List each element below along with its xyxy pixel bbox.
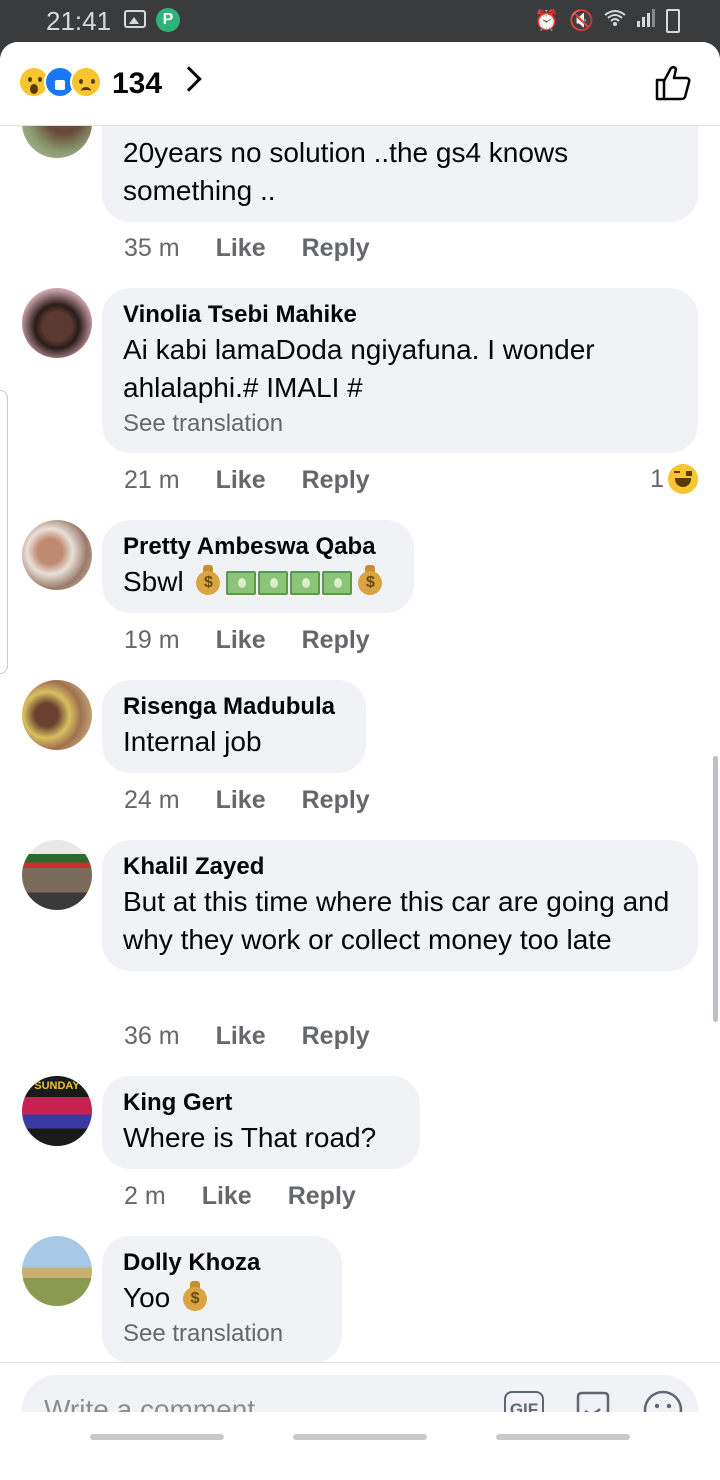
like-button[interactable]: Like	[202, 1182, 252, 1211]
comment-actions: 2 m Like Reply	[124, 1182, 356, 1211]
comment-time: 36 m	[124, 1022, 180, 1050]
reply-button[interactable]: Reply	[302, 466, 370, 495]
side-panel-edge	[0, 390, 8, 674]
like-button[interactable]: Like	[216, 466, 266, 495]
comment-time: 2 m	[124, 1182, 166, 1210]
dollar-banknote-icon	[290, 571, 321, 595]
reactions-header[interactable]: 134	[0, 42, 720, 126]
comment-author[interactable]: Risenga Madubula	[123, 691, 345, 723]
status-time: 21:41	[46, 6, 112, 36]
nav-back-button[interactable]	[496, 1434, 630, 1440]
reply-button[interactable]: Reply	[302, 1022, 370, 1051]
alarm-icon: ⏰	[534, 10, 560, 32]
comment-reaction-count: 1	[650, 464, 664, 493]
reaction-count[interactable]: 134	[112, 67, 162, 101]
comment-actions: 19 m Like Reply	[124, 626, 370, 655]
reply-button[interactable]: Reply	[302, 626, 370, 655]
like-button[interactable]: Like	[216, 786, 266, 815]
comment-text: Yoo	[123, 1282, 171, 1313]
wifi-icon	[604, 9, 626, 33]
comment-bubble[interactable]: Pretty Ambeswa Qaba Sbwl	[102, 520, 414, 613]
money-bag-icon	[195, 565, 221, 595]
comment-time: 21 m	[124, 466, 180, 494]
sad-icon	[70, 66, 102, 98]
comment-bubble[interactable]: Dolly Khoza Yoo See translation	[102, 1236, 342, 1363]
comment-time: 24 m	[124, 786, 180, 814]
signal-icon	[636, 8, 656, 33]
avatar[interactable]	[22, 1236, 92, 1306]
mute-icon: 🔇	[569, 10, 594, 32]
gallery-notification-icon	[124, 10, 146, 28]
system-nav-bar	[0, 1412, 720, 1480]
reply-button[interactable]: Reply	[302, 234, 370, 263]
comment-text: Internal job	[123, 726, 262, 757]
status-icons: ⏰ 🔇	[534, 8, 680, 33]
see-translation-link[interactable]: See translation	[123, 1317, 321, 1351]
comment-text-line: Yoo	[123, 1279, 321, 1317]
avatar[interactable]	[22, 520, 92, 590]
comment-actions: 24 m Like Reply	[124, 786, 370, 815]
money-bag-icon	[182, 1281, 208, 1311]
comment-text: Sbwl	[123, 566, 184, 597]
comment-actions: 35 m Like Reply	[124, 234, 370, 263]
chevron-right-icon[interactable]	[176, 66, 202, 92]
nav-home-button[interactable]	[293, 1434, 427, 1440]
avatar[interactable]	[22, 840, 92, 910]
reaction-icons[interactable]	[18, 66, 102, 98]
comment-reactions[interactable]: 1	[650, 464, 698, 494]
comment-actions: 36 m Like Reply	[124, 1022, 370, 1051]
app-notification-icon: P	[156, 8, 180, 32]
like-button[interactable]: Like	[216, 1022, 266, 1051]
comment-author[interactable]: Vinolia Tsebi Mahike	[123, 299, 677, 331]
reply-button[interactable]: Reply	[302, 786, 370, 815]
money-bag-icon	[357, 565, 383, 595]
comment-text: But at this time where this car are goin…	[123, 886, 670, 955]
like-button[interactable]: Like	[216, 626, 266, 655]
comment-time: 19 m	[124, 626, 180, 654]
scrollbar-thumb[interactable]	[713, 756, 718, 1022]
dollar-banknote-icon	[322, 571, 353, 595]
avatar[interactable]: SUNDAY	[22, 1076, 92, 1146]
haha-icon	[668, 464, 698, 494]
thumbs-up-icon[interactable]	[654, 64, 692, 102]
dollar-banknote-icon	[258, 571, 289, 595]
comment-text: 20years no solution ..the gs4 knows some…	[123, 137, 569, 206]
like-button[interactable]: Like	[216, 234, 266, 263]
nav-recents-button[interactable]	[90, 1434, 224, 1440]
comment-author[interactable]: Khalil Zayed	[123, 851, 677, 883]
comment-bubble[interactable]: Khalil Zayed But at this time where this…	[102, 840, 698, 971]
comment-text: Ai kabi lamaDoda ngiyafuna. I wonder ahl…	[123, 334, 595, 403]
reply-button[interactable]: Reply	[288, 1182, 356, 1211]
comment-author[interactable]: Pretty Ambeswa Qaba	[123, 531, 393, 563]
comment-time: 35 m	[124, 234, 180, 262]
comment-actions: 21 m Like Reply	[124, 466, 370, 495]
comment-bubble[interactable]: Vinolia Tsebi Mahike Ai kabi lamaDoda ng…	[102, 288, 698, 453]
comment-bubble[interactable]: King Gert Where is That road?	[102, 1076, 420, 1169]
dollar-banknote-icon	[226, 571, 257, 595]
status-bar: 21:41 P ⏰ 🔇	[0, 0, 720, 42]
comment-bubble[interactable]: Risenga Madubula Internal job	[102, 680, 366, 773]
avatar[interactable]	[22, 680, 92, 750]
comment-text: Where is That road?	[123, 1122, 377, 1153]
battery-icon	[666, 8, 680, 33]
see-translation-link[interactable]: See translation	[123, 407, 677, 441]
avatar-poster-text: SUNDAY	[34, 1080, 80, 1092]
comment-text-line: Sbwl	[123, 563, 393, 601]
comment-author[interactable]: Dolly Khoza	[123, 1247, 321, 1279]
comments-sheet: 134 20years no solution ..the gs4 knows …	[0, 42, 720, 1480]
comment-author[interactable]: King Gert	[123, 1087, 399, 1119]
avatar[interactable]	[22, 288, 92, 358]
